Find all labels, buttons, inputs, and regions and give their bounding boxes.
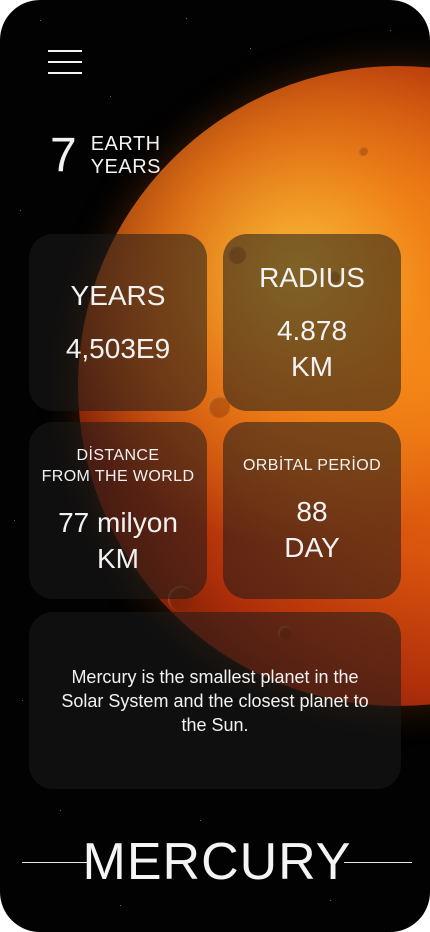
age-value: 7 — [50, 129, 77, 182]
years-title: YEARS — [70, 279, 166, 311]
distance-card: DİSTANCE FROM THE WORLD 77 milyon KM — [29, 422, 207, 599]
years-value: 4,503E9 — [65, 332, 171, 364]
planet-age: 7 EARTH YEARS — [50, 128, 161, 184]
planet-name-footer: MERCURY — [22, 832, 412, 892]
description-card: Mercury is the smallest planet in the So… — [29, 612, 401, 789]
orbital-period-card: ORBİTAL PERİOD 88 DAY — [223, 422, 401, 599]
orbital-period-number: 88 — [296, 496, 328, 527]
age-unit-line2: YEARS — [90, 156, 162, 178]
age-unit-label: EARTH YEARS — [91, 133, 161, 179]
distance-value-number: 77 milyon — [58, 506, 178, 538]
orbital-period-value: 88 DAY — [284, 494, 340, 566]
distance-value-unit: KM — [97, 542, 139, 574]
hamburger-menu-icon[interactable] — [48, 50, 82, 74]
radius-value-number: 4.878 — [276, 314, 348, 346]
distance-value: 77 milyon KM — [58, 505, 178, 577]
distance-title: DİSTANCE FROM THE WORLD — [42, 445, 195, 487]
footer-divider-right — [344, 862, 412, 863]
distance-title-line2: FROM THE WORLD — [41, 467, 195, 485]
orbital-period-title: ORBİTAL PERİOD — [242, 457, 382, 474]
years-card: YEARS 4,503E9 — [29, 234, 207, 411]
radius-value: 4.878 KM — [277, 313, 347, 385]
radius-title: RADIUS — [259, 261, 365, 293]
distance-title-line1: DİSTANCE — [76, 446, 160, 464]
radius-card: RADIUS 4.878 KM — [223, 234, 401, 411]
radius-value-unit: KM — [290, 350, 333, 382]
orbital-period-unit: DAY — [284, 532, 340, 563]
planet-description: Mercury is the smallest planet in the So… — [61, 666, 369, 735]
age-unit-line1: EARTH — [90, 133, 161, 155]
phone-screen: 7 EARTH YEARS YEARS 4,503E9 RADIUS 4.878… — [0, 0, 430, 932]
